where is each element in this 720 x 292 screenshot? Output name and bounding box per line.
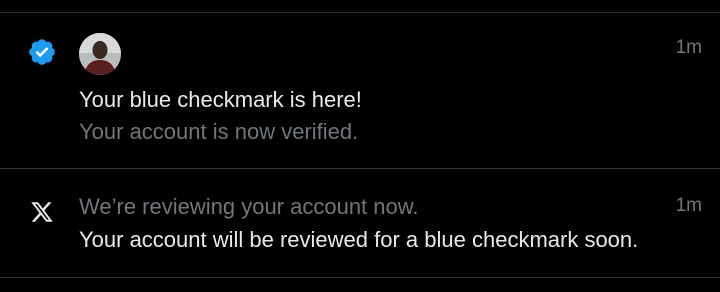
divider xyxy=(0,277,720,278)
avatar[interactable] xyxy=(79,33,121,75)
notification-subtitle: Your account will be reviewed for a blue… xyxy=(79,227,639,252)
notification-subtitle: Your account is now verified. xyxy=(79,119,359,144)
timestamp: 1m xyxy=(675,195,702,216)
notification-review[interactable]: 1m We’re reviewing your account now. You… xyxy=(0,169,720,277)
verified-badge-icon xyxy=(22,32,62,72)
notification-title: Your blue checkmark is here! xyxy=(79,87,362,112)
notification-verified[interactable]: 1m Your blue checkmark is here! Your acc… xyxy=(0,13,720,168)
notifications-feed: 1m Your blue checkmark is here! Your acc… xyxy=(0,0,720,292)
x-logo-icon xyxy=(22,192,62,232)
notification-title: We’re reviewing your account now. xyxy=(79,194,419,219)
timestamp: 1m xyxy=(675,37,702,58)
